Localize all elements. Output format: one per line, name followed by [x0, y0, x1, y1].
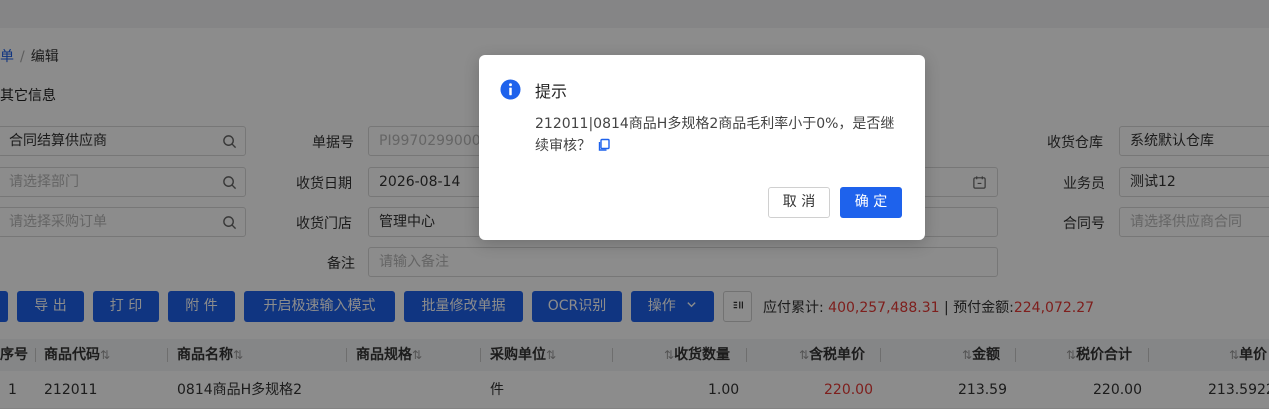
dialog-title: 提示 — [535, 82, 568, 101]
confirm-dialog: 提示 212011|0814商品H多规格2商品毛利率小于0%，是否继续审核？ 取… — [479, 55, 925, 240]
copy-icon[interactable] — [597, 138, 611, 152]
dialog-message: 212011|0814商品H多规格2商品毛利率小于0%，是否继续审核？ — [535, 113, 905, 157]
cancel-button[interactable]: 取 消 — [768, 187, 830, 218]
info-icon — [500, 79, 521, 100]
dialog-message-text: 212011|0814商品H多规格2商品毛利率小于0%，是否继续审核？ — [535, 116, 895, 154]
confirm-button[interactable]: 确 定 — [840, 187, 902, 218]
